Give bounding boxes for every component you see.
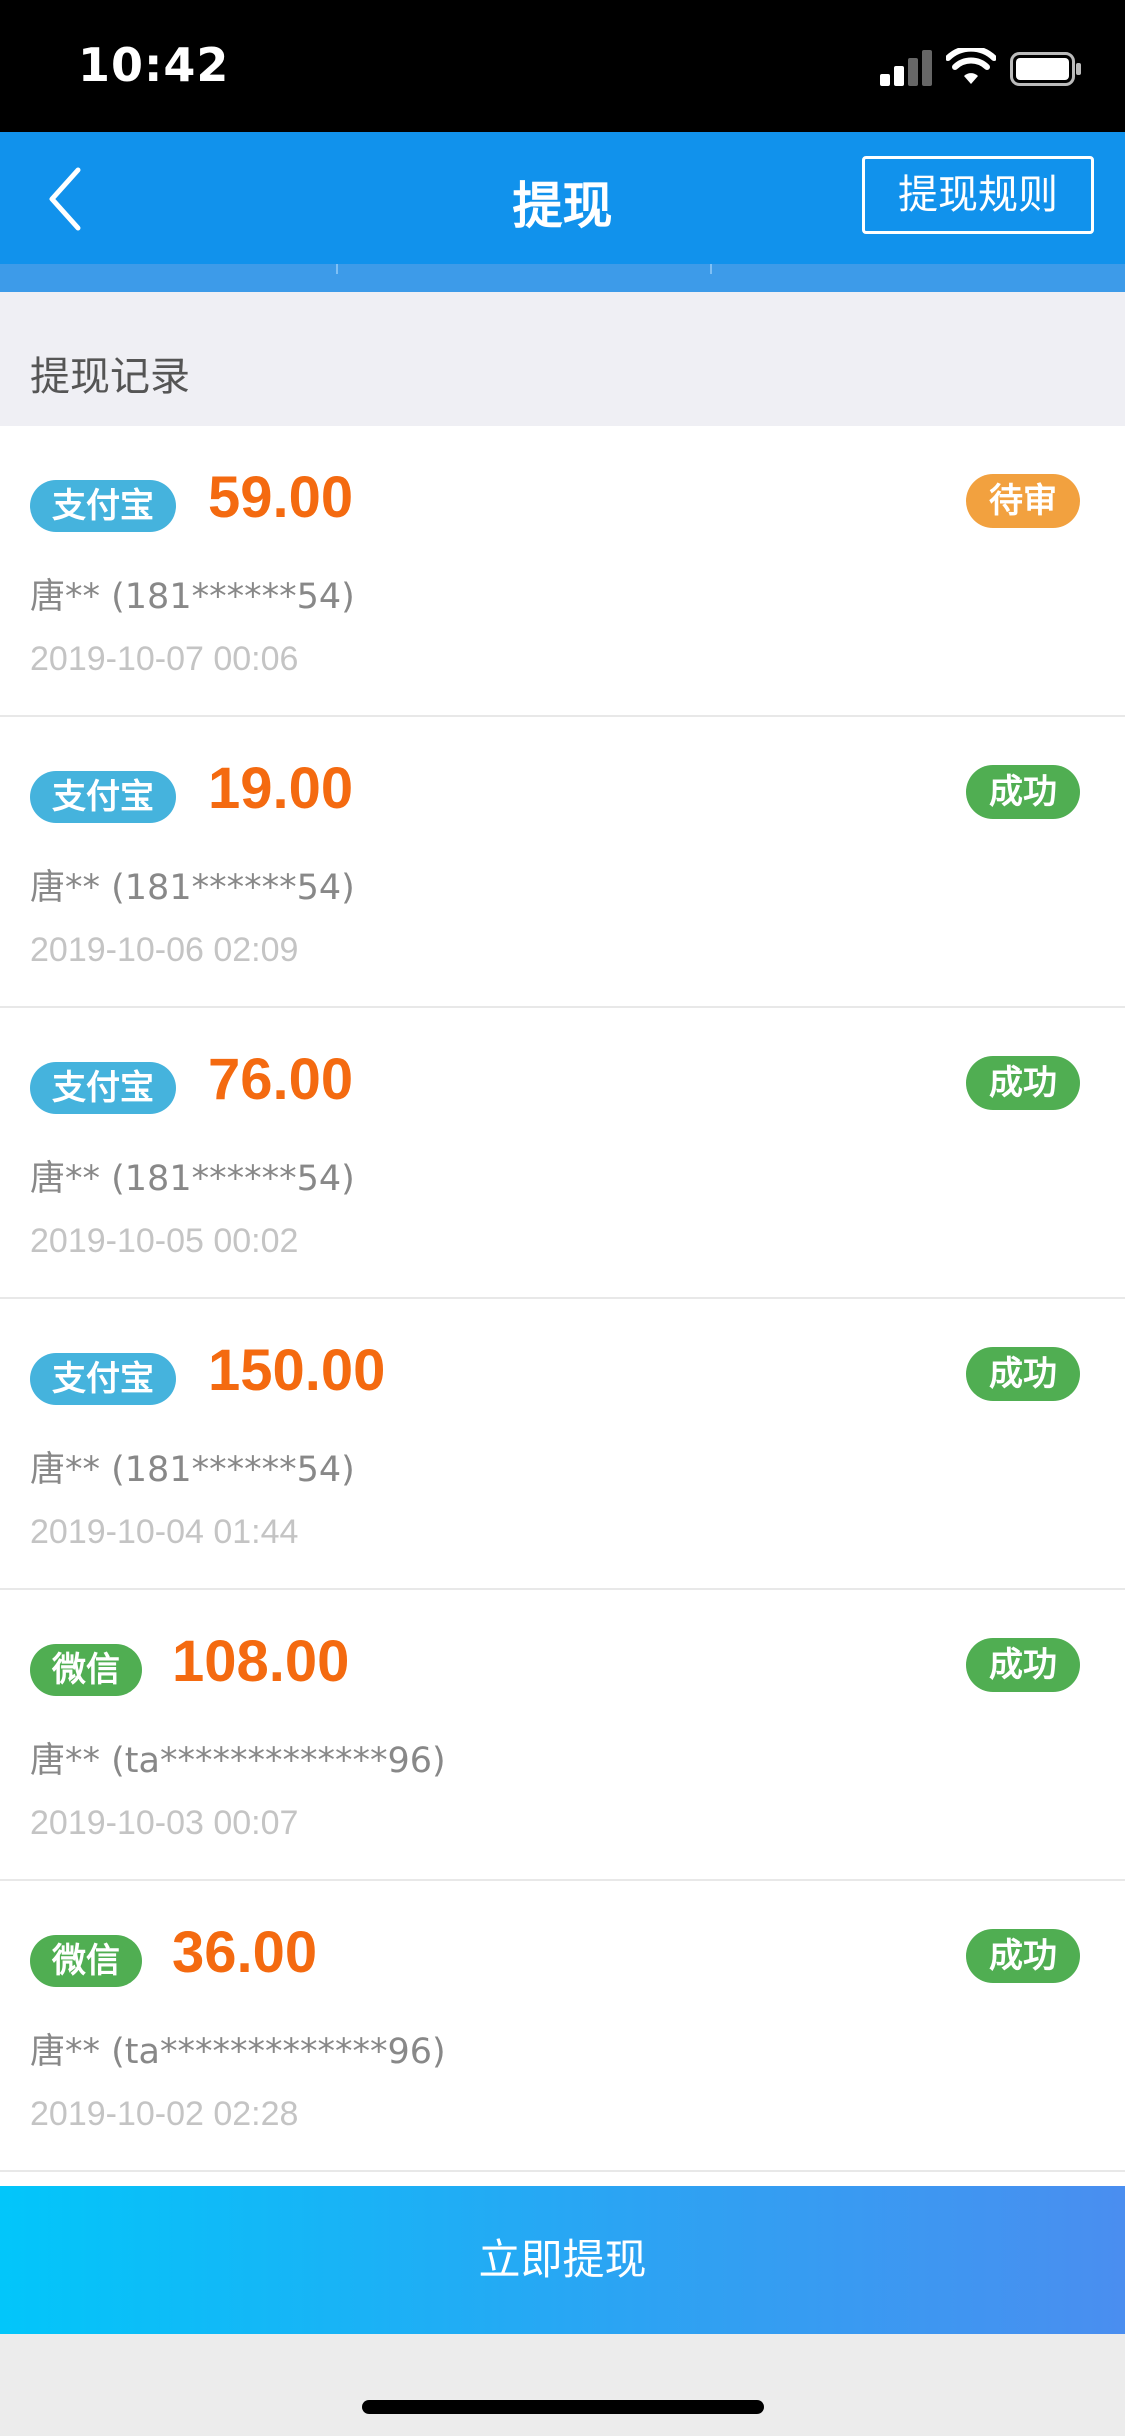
nav-strip <box>0 264 1125 292</box>
list-item[interactable]: 支付宝 76.00 成功 唐** (181******54) 2019-10-0… <box>0 1008 1125 1299</box>
status-time: 10:42 <box>78 38 230 92</box>
amount: 76.00 <box>208 1047 354 1112</box>
payment-method-badge: 微信 <box>30 1644 142 1696</box>
status-badge: 成功 <box>966 1347 1080 1401</box>
wifi-icon <box>946 48 996 84</box>
status-badge: 成功 <box>966 1638 1080 1692</box>
payment-method-badge: 支付宝 <box>30 1062 176 1114</box>
status-badge: 成功 <box>966 1929 1080 1983</box>
account-info: 唐** (181******54) <box>30 577 355 617</box>
amount: 108.00 <box>172 1629 350 1694</box>
cellular-signal-icon <box>880 50 932 86</box>
status-badge: 成功 <box>966 765 1080 819</box>
record-time: 2019-10-05 00:02 <box>30 1222 299 1260</box>
record-time: 2019-10-02 02:28 <box>30 2095 299 2133</box>
record-time: 2019-10-07 00:06 <box>30 640 299 678</box>
status-badge: 成功 <box>966 1056 1080 1110</box>
withdraw-record-list: 支付宝 59.00 待审 唐** (181******54) 2019-10-0… <box>0 426 1125 2186</box>
list-item[interactable]: 支付宝 150.00 成功 唐** (181******54) 2019-10-… <box>0 1299 1125 1590</box>
list-item[interactable]: 微信 36.00 成功 唐** (ta*************96) 2019… <box>0 1881 1125 2172</box>
account-info: 唐** (ta*************96) <box>30 2032 446 2072</box>
list-item[interactable]: 支付宝 19.00 成功 唐** (181******54) 2019-10-0… <box>0 717 1125 1008</box>
home-indicator[interactable] <box>362 2400 764 2414</box>
battery-icon <box>1010 52 1081 86</box>
payment-method-badge: 微信 <box>30 1935 142 1987</box>
section-header: 提现记录 <box>0 292 1125 426</box>
section-title: 提现记录 <box>30 354 190 400</box>
record-time: 2019-10-03 00:07 <box>30 1804 299 1842</box>
payment-method-badge: 支付宝 <box>30 1353 176 1405</box>
amount: 150.00 <box>208 1338 386 1403</box>
amount: 36.00 <box>172 1920 318 1985</box>
withdraw-rules-button[interactable]: 提现规则 <box>862 156 1094 234</box>
amount: 19.00 <box>208 756 354 821</box>
withdraw-now-button[interactable]: 立即提现 <box>0 2186 1125 2334</box>
account-info: 唐** (181******54) <box>30 1450 355 1490</box>
account-info: 唐** (181******54) <box>30 1159 355 1199</box>
record-time: 2019-10-04 01:44 <box>30 1513 299 1551</box>
amount: 59.00 <box>208 465 354 530</box>
list-item[interactable]: 微信 108.00 成功 唐** (ta*************96) 201… <box>0 1590 1125 1881</box>
payment-method-badge: 支付宝 <box>30 480 176 532</box>
payment-method-badge: 支付宝 <box>30 771 176 823</box>
home-indicator-area <box>0 2334 1125 2436</box>
record-time: 2019-10-06 02:09 <box>30 931 299 969</box>
status-bar: 10:42 <box>0 0 1125 132</box>
status-badge: 待审 <box>966 474 1080 528</box>
account-info: 唐** (ta*************96) <box>30 1741 446 1781</box>
account-info: 唐** (181******54) <box>30 868 355 908</box>
list-item[interactable]: 支付宝 59.00 待审 唐** (181******54) 2019-10-0… <box>0 426 1125 717</box>
